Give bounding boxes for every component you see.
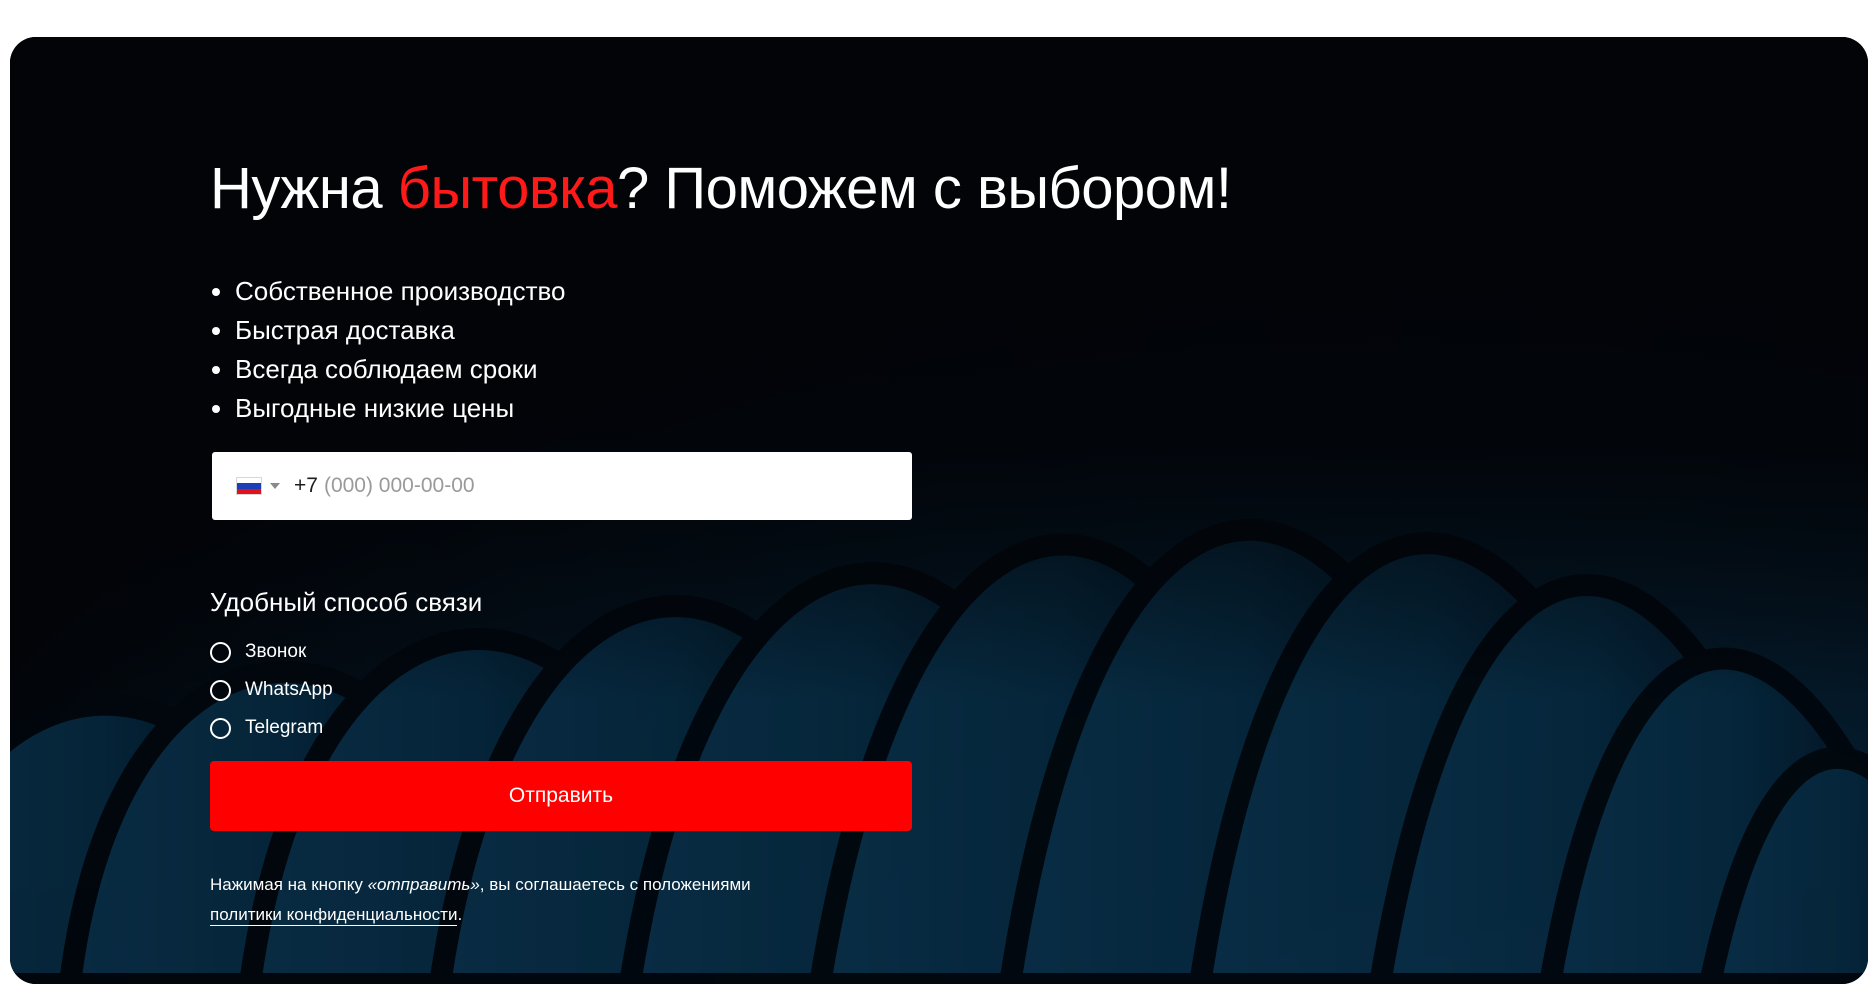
phone-input[interactable] (323, 474, 824, 498)
caret-down-icon[interactable] (270, 483, 280, 489)
consent-end: . (457, 905, 463, 924)
consent-emphasis: «отправить» (367, 875, 480, 894)
title-text-end: ? Поможем с выбором! (617, 156, 1232, 221)
form-content: Нужна бытовка? Поможем с выбором! Собств… (210, 37, 1410, 984)
feature-list: Собственное производство Быстрая доставк… (210, 272, 566, 428)
contact-method-options: Звонок WhatsApp Telegram (210, 633, 333, 747)
radio-label[interactable]: Звонок (245, 641, 306, 663)
callback-section: Нужна бытовка? Поможем с выбором! Собств… (10, 37, 1868, 984)
radio-option-whatsapp[interactable]: WhatsApp (210, 671, 333, 709)
radio-circle-icon[interactable] (210, 641, 231, 663)
contact-method-label: Удобный способ связи (210, 587, 483, 617)
radio-label[interactable]: Telegram (245, 717, 323, 739)
title-accent-word: бытовка (397, 156, 618, 221)
russia-flag-icon[interactable] (236, 477, 262, 495)
list-item: Собственное производство (210, 272, 566, 311)
radio-option-telegram[interactable]: Telegram (210, 709, 333, 747)
privacy-policy-link[interactable]: политики конфиденциальности (210, 905, 458, 926)
list-item: Выгодные низкие цены (210, 389, 566, 428)
phone-field[interactable]: +7 (212, 452, 912, 520)
list-item: Всегда соблюдаем сроки (210, 350, 566, 389)
page-title: Нужна бытовка? Поможем с выбором! (210, 155, 1232, 222)
radio-circle-icon[interactable] (210, 717, 231, 739)
submit-button[interactable]: Отправить (210, 761, 912, 831)
title-text: Нужна (210, 156, 398, 221)
list-item: Быстрая доставка (210, 311, 566, 350)
consent-note: Нажимая на кнопку «отправить», вы соглаш… (210, 870, 910, 930)
consent-text-2: , вы соглашаетесь с положениями (479, 875, 751, 894)
country-code: +7 (294, 474, 318, 497)
consent-text: Нажимая на кнопку (210, 875, 368, 894)
radio-option-call[interactable]: Звонок (210, 633, 333, 671)
radio-label[interactable]: WhatsApp (245, 679, 333, 701)
radio-circle-icon[interactable] (210, 679, 231, 701)
